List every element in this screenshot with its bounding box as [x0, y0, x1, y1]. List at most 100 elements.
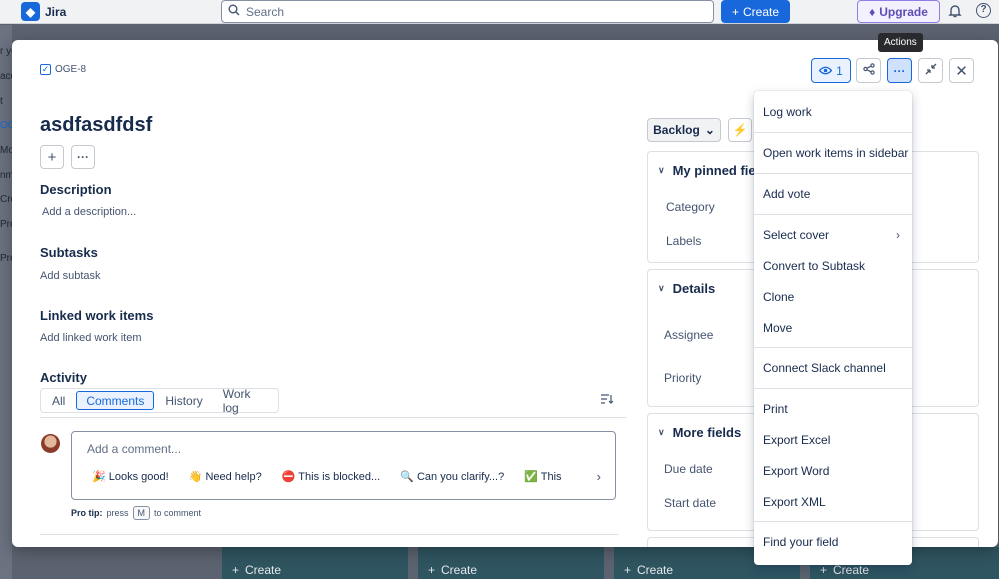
menu-item-clone[interactable]: Clone — [754, 287, 912, 307]
watch-count: 1 — [836, 63, 843, 78]
chevron-down-icon: ∨ — [658, 427, 665, 437]
tab-all[interactable]: All — [43, 391, 74, 410]
add-subtask-button[interactable]: Add subtask — [40, 270, 101, 282]
gem-icon: ♦ — [869, 4, 876, 19]
background-create-label: Create — [637, 563, 674, 577]
plus-icon: + — [47, 148, 57, 166]
tab-work-log[interactable]: Work log — [214, 387, 276, 415]
pro-tip-label: Pro tip: — [71, 508, 103, 518]
background-sidebar-text: Mor — [0, 145, 12, 156]
quick-reply-chips: 🎉 Looks good! 👋 Need help? ⛔ This is blo… — [92, 470, 562, 483]
collapse-button[interactable] — [918, 58, 943, 83]
more-horizontal-icon: ··· — [77, 150, 89, 164]
quick-reply-clarify[interactable]: 🔍 Can you clarify...? — [400, 470, 504, 483]
jira-logo[interactable]: ◆ Jira — [21, 2, 66, 21]
quick-reply-need-help[interactable]: 👋 Need help? — [189, 470, 262, 483]
menu-separator — [754, 521, 912, 522]
issue-title[interactable]: asdfasdfdsf — [40, 114, 152, 137]
issue-key: OGE-8 — [55, 64, 87, 75]
plus-icon: + — [428, 563, 436, 577]
background-create-button: + Create — [428, 563, 477, 577]
upgrade-button[interactable]: ♦ Upgrade — [857, 0, 940, 23]
menu-item-open-in-sidebar[interactable]: Open work items in sidebar — [754, 143, 912, 163]
background-create-label: Create — [441, 563, 478, 577]
menu-item-find-your-field[interactable]: Find your field — [754, 532, 912, 552]
actions-menu: Log work Open work items in sidebar Add … — [754, 91, 912, 565]
field-priority: Priority — [664, 371, 702, 385]
help-icon[interactable]: ? — [976, 3, 991, 18]
notifications-bell-icon[interactable] — [948, 4, 962, 18]
quick-reply-this[interactable]: ✅ This — [524, 470, 561, 483]
top-navigation: ◆ Jira Search + Create ♦ Upgrade ? — [0, 0, 999, 24]
menu-item-export-excel[interactable]: Export Excel — [754, 430, 912, 450]
avatar — [41, 434, 60, 453]
chevron-right-icon[interactable]: › — [597, 469, 601, 484]
jira-logo-icon: ◆ — [21, 2, 40, 21]
background-create-button: + Create — [232, 563, 281, 577]
keyboard-shortcut-key: M — [132, 506, 151, 520]
add-linked-work-item-button[interactable]: Add linked work item — [40, 332, 142, 344]
background-sidebar — [0, 25, 12, 579]
sort-icon[interactable] — [600, 393, 614, 408]
actions-more-button[interactable]: ··· — [887, 58, 912, 83]
background-create-button: + Create — [624, 563, 673, 577]
background-sidebar-text: Pre — [0, 253, 12, 264]
menu-item-convert-to-subtask[interactable]: Convert to Subtask — [754, 256, 912, 276]
menu-item-connect-slack[interactable]: Connect Slack channel — [754, 358, 912, 378]
comment-input[interactable]: Add a comment... 🎉 Looks good! 👋 Need he… — [71, 431, 616, 500]
tab-history[interactable]: History — [156, 391, 211, 410]
tab-comments[interactable]: Comments — [76, 391, 155, 410]
field-category: Category — [666, 200, 715, 214]
chevron-down-icon: ∨ — [658, 283, 665, 293]
pro-tip-suffix: to comment — [154, 508, 202, 518]
pro-tip-press: press — [106, 508, 129, 518]
comment-placeholder: Add a comment... — [87, 442, 182, 456]
details-header[interactable]: ∨ Details — [658, 281, 715, 296]
menu-separator — [754, 347, 912, 348]
menu-item-log-work[interactable]: Log work — [754, 102, 912, 122]
more-options-button[interactable]: ··· — [71, 145, 95, 169]
quick-reply-blocked[interactable]: ⛔ This is blocked... — [282, 470, 380, 483]
field-due-date: Due date — [664, 462, 713, 476]
field-assignee: Assignee — [664, 328, 714, 342]
create-button[interactable]: + Create — [721, 0, 790, 23]
menu-separator — [754, 388, 912, 389]
quick-reply-looks-good[interactable]: 🎉 Looks good! — [92, 470, 169, 483]
search-input[interactable]: Search — [221, 0, 714, 23]
share-button[interactable] — [856, 58, 881, 83]
create-button-label: Create — [742, 4, 780, 19]
linked-work-items-heading: Linked work items — [40, 308, 154, 323]
menu-item-move[interactable]: Move — [754, 318, 912, 338]
background-sidebar-text: Cre — [0, 194, 12, 205]
search-icon — [228, 4, 240, 19]
automation-button[interactable]: ⚡ — [728, 118, 752, 142]
app-name: Jira — [45, 4, 67, 19]
eye-icon — [818, 64, 833, 78]
status-dropdown[interactable]: Backlog ⌄ — [647, 118, 721, 142]
bottom-divider — [40, 534, 618, 535]
close-button[interactable]: ✕ — [949, 58, 974, 83]
share-icon — [862, 63, 875, 78]
plus-icon: + — [820, 563, 828, 577]
more-fields-heading: More fields — [672, 425, 742, 440]
issue-breadcrumb[interactable]: ✓ OGE-8 — [40, 64, 86, 75]
menu-item-select-cover[interactable]: Select cover › — [754, 225, 912, 245]
pinned-fields-heading: My pinned fie — [672, 163, 756, 178]
close-icon: ✕ — [955, 62, 968, 80]
task-type-icon: ✓ — [40, 64, 51, 75]
menu-item-print[interactable]: Print — [754, 399, 912, 419]
menu-item-add-vote[interactable]: Add vote — [754, 184, 912, 204]
description-heading: Description — [40, 182, 112, 197]
menu-item-export-word[interactable]: Export Word — [754, 461, 912, 481]
watch-button[interactable]: 1 — [811, 58, 851, 83]
background-sidebar-text: ace — [0, 71, 12, 82]
menu-item-export-xml[interactable]: Export XML — [754, 492, 912, 512]
menu-separator — [754, 132, 912, 133]
lightning-icon: ⚡ — [732, 123, 748, 137]
more-fields-header[interactable]: ∨ More fields — [658, 425, 741, 440]
chevron-down-icon: ∨ — [658, 165, 665, 175]
pinned-fields-header[interactable]: ∨ My pinned fie — [658, 163, 756, 178]
more-horizontal-icon: ··· — [893, 63, 906, 78]
description-input[interactable]: Add a description... — [42, 206, 136, 218]
add-button[interactable]: + — [40, 145, 64, 169]
